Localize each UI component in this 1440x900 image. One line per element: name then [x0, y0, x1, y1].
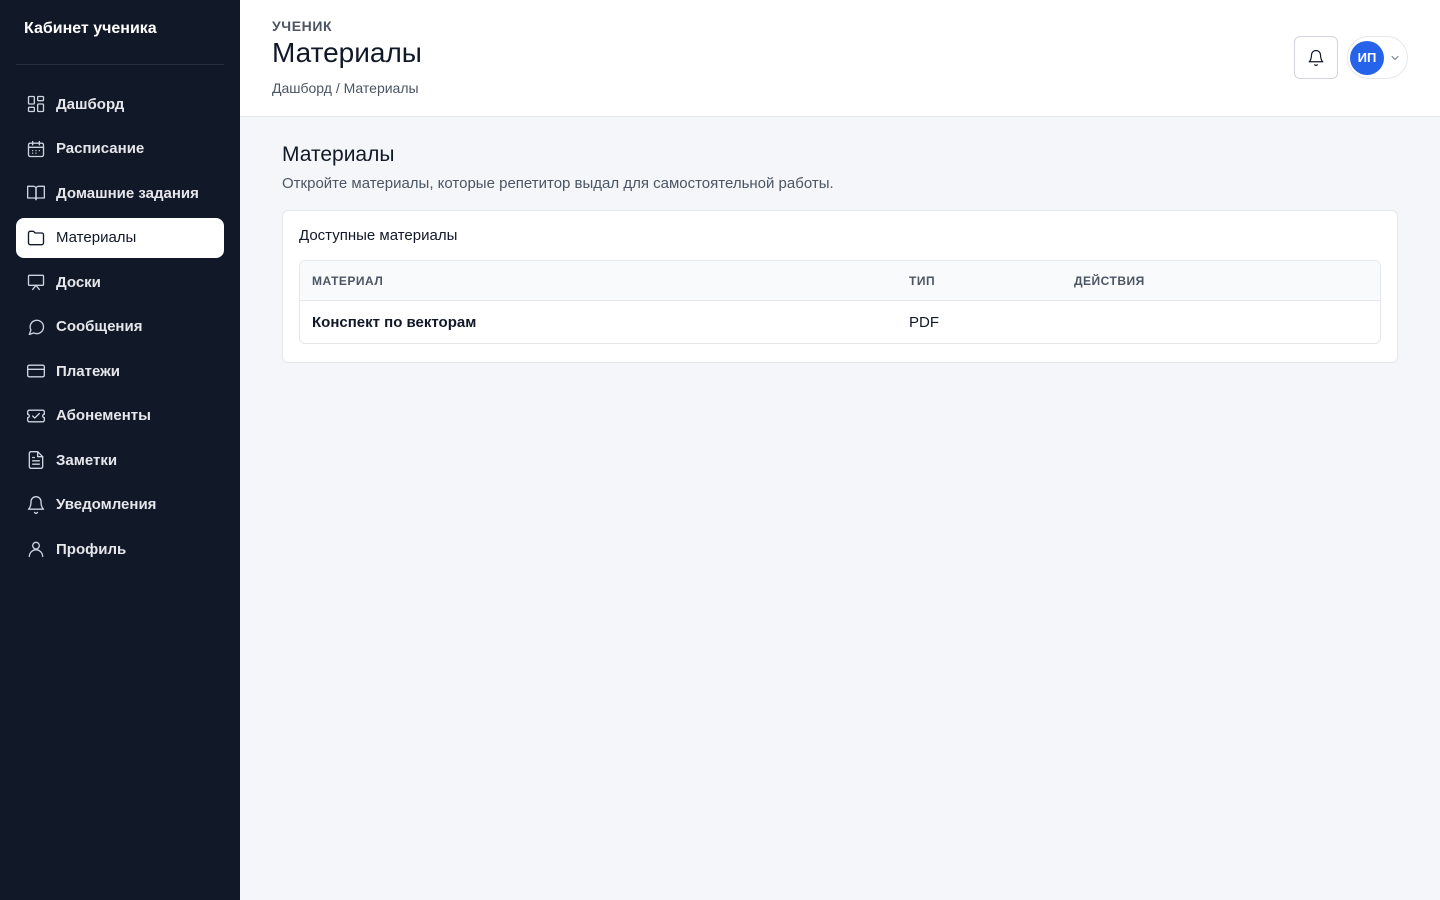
- bell-icon: [26, 495, 46, 515]
- sidebar-item-messages[interactable]: Сообщения: [16, 307, 224, 347]
- sidebar-item-label: Абонементы: [56, 407, 151, 424]
- sidebar-item-payments[interactable]: Платежи: [16, 351, 224, 391]
- role-label: УЧЕНИК: [272, 18, 333, 34]
- dashboard-icon: [26, 94, 46, 114]
- sidebar-item-boards[interactable]: Доски: [16, 262, 224, 302]
- whiteboard-icon: [26, 272, 46, 292]
- top-header: УЧЕНИК Материалы Дашборд / Материалы ИП: [240, 0, 1440, 117]
- sidebar-item-homework[interactable]: Домашние задания: [16, 173, 224, 213]
- avatar: ИП: [1350, 40, 1384, 75]
- sidebar: Кабинет ученика Дашборд Расписание Домаш…: [0, 0, 240, 900]
- material-name: Конспект по векторам: [312, 313, 477, 331]
- main-content: Материалы Откройте материалы, которые ре…: [282, 143, 1398, 363]
- column-header-material: МАТЕРИАЛ: [312, 273, 384, 288]
- sidebar-brand: Кабинет ученика: [16, 0, 224, 65]
- calendar-icon: [26, 139, 46, 159]
- material-type: PDF: [909, 313, 939, 331]
- materials-card: Доступные материалы МАТЕРИАЛ ТИП ДЕЙСТВИ…: [282, 210, 1398, 363]
- document-icon: [26, 450, 46, 470]
- credit-card-icon: [26, 361, 46, 381]
- materials-table: МАТЕРИАЛ ТИП ДЕЙСТВИЯ Конспект по вектор…: [299, 260, 1381, 344]
- section-description: Откройте материалы, которые репетитор вы…: [282, 175, 834, 192]
- sidebar-item-label: Заметки: [56, 451, 118, 469]
- sidebar-item-label: Уведомления: [56, 496, 157, 513]
- user-icon: [26, 539, 46, 559]
- sidebar-item-materials[interactable]: Материалы: [16, 217, 224, 258]
- sidebar-item-label: Доски: [56, 273, 101, 291]
- user-menu-button[interactable]: ИП: [1347, 36, 1408, 79]
- sidebar-item-label: Материалы: [56, 229, 137, 246]
- notifications-button[interactable]: [1294, 36, 1338, 79]
- bell-icon: [1307, 49, 1325, 67]
- sidebar-item-label: Домашние задания: [56, 184, 199, 202]
- sidebar-item-label: Дашборд: [56, 95, 125, 113]
- chat-icon: [26, 317, 46, 337]
- sidebar-item-subscriptions[interactable]: Абонементы: [16, 396, 224, 436]
- table-header: МАТЕРИАЛ ТИП ДЕЙСТВИЯ: [300, 261, 1380, 301]
- column-header-actions: ДЕЙСТВИЯ: [1074, 273, 1145, 288]
- table-row: Конспект по векторам PDF: [300, 301, 1380, 343]
- ticket-icon: [26, 406, 46, 426]
- sidebar-item-label: Расписание: [56, 140, 145, 157]
- column-header-type: ТИП: [909, 273, 936, 288]
- sidebar-item-label: Платежи: [56, 362, 120, 380]
- page-title: Материалы: [272, 37, 422, 68]
- book-icon: [26, 183, 46, 203]
- sidebar-nav: Дашборд Расписание Домашние задания Мате…: [16, 84, 224, 569]
- card-title: Доступные материалы: [299, 227, 458, 244]
- chevron-down-icon: [1389, 52, 1401, 64]
- breadcrumb[interactable]: Дашборд / Материалы: [272, 80, 419, 96]
- sidebar-item-schedule[interactable]: Расписание: [16, 129, 224, 169]
- sidebar-item-notes[interactable]: Заметки: [16, 440, 224, 480]
- folder-icon: [26, 228, 46, 248]
- sidebar-item-dashboard[interactable]: Дашборд: [16, 84, 224, 124]
- sidebar-item-profile[interactable]: Профиль: [16, 529, 224, 569]
- sidebar-item-label: Профиль: [56, 540, 127, 558]
- sidebar-item-label: Сообщения: [56, 318, 143, 335]
- sidebar-item-notifications[interactable]: Уведомления: [16, 485, 224, 525]
- section-title: Материалы: [282, 143, 395, 166]
